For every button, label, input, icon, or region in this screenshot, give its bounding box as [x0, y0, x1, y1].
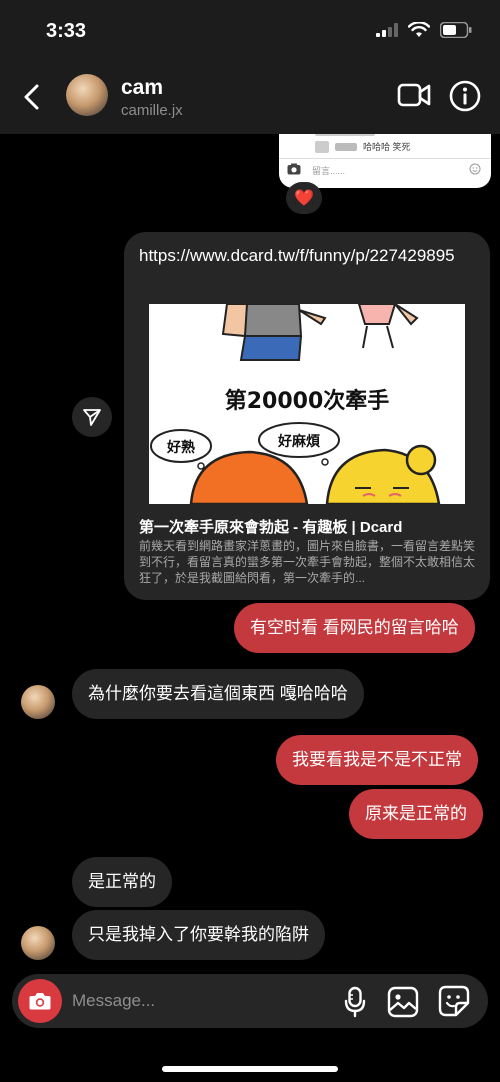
- link-title[interactable]: 第一次牽手原來會勃起 - 有趣板 | Dcard: [139, 516, 402, 537]
- heart-reaction[interactable]: ❤️: [286, 182, 322, 214]
- message-bubble-received[interactable]: 只是我掉入了你要幹我的陷阱: [72, 910, 325, 960]
- camera-button[interactable]: [18, 979, 62, 1023]
- contact-name[interactable]: cam: [121, 76, 163, 100]
- camera-icon: [29, 993, 51, 1010]
- message-composer: [12, 974, 488, 1028]
- comic-caption: 第20000次牽手: [225, 388, 390, 414]
- avatar[interactable]: [21, 926, 55, 960]
- comic-illustration: 第20000次牽手 好熟 好麻煩: [149, 304, 465, 504]
- camera-icon: [287, 163, 301, 175]
- thought-left: 好熟: [166, 439, 195, 456]
- link-url[interactable]: https://www.dcard.tw/f/funny/p/227429895: [139, 244, 479, 268]
- sticker-icon[interactable]: [438, 985, 470, 1017]
- shared-screenshot-header: [315, 134, 375, 138]
- status-icons: [376, 22, 472, 38]
- blurred-avatar: [315, 140, 329, 153]
- message-thread[interactable]: 哈哈哈 笑死 留言...... ❤️ https://www.dcard.tw/…: [0, 134, 500, 970]
- chat-header: cam camille.jx: [0, 62, 500, 134]
- home-indicator[interactable]: [162, 1066, 338, 1072]
- shared-comment: 哈哈哈 笑死: [315, 140, 411, 153]
- message-input[interactable]: [72, 974, 322, 1028]
- status-bar: 3:33: [0, 0, 500, 62]
- thought-right: 好麻煩: [277, 433, 321, 450]
- gallery-icon[interactable]: [387, 986, 419, 1018]
- microphone-icon[interactable]: [342, 986, 368, 1018]
- info-icon[interactable]: [449, 80, 481, 112]
- status-time: 3:33: [46, 20, 87, 42]
- shared-screenshot[interactable]: 哈哈哈 笑死 留言......: [279, 134, 491, 188]
- link-description: 前幾天看到網路畫家洋蔥畫的，圖片來自臉書，一看留言差點笑到不行，看留言真的蠻多第…: [139, 539, 476, 585]
- link-preview-card[interactable]: https://www.dcard.tw/f/funny/p/227429895…: [124, 232, 490, 600]
- avatar[interactable]: [21, 685, 55, 719]
- link-preview-image[interactable]: 第20000次牽手 好熟 好麻煩: [149, 304, 465, 504]
- avatar[interactable]: [66, 74, 108, 116]
- back-arrow-icon[interactable]: [18, 82, 48, 112]
- video-call-icon[interactable]: [397, 80, 431, 110]
- cellular-signal-icon: [376, 23, 398, 37]
- blurred-name: [335, 142, 357, 151]
- emoji-icon: [469, 163, 481, 175]
- wifi-icon: [408, 22, 430, 37]
- message-bubble-received[interactable]: 為什麼你要去看這個東西 嘎哈哈哈: [72, 669, 364, 719]
- message-bubble-sent[interactable]: 原来是正常的: [349, 789, 483, 839]
- contact-username[interactable]: camille.jx: [121, 102, 183, 119]
- send-icon: [83, 409, 101, 426]
- shared-comment-text: 哈哈哈 笑死: [363, 142, 411, 152]
- shared-input-placeholder: 留言......: [312, 166, 346, 176]
- divider: [279, 158, 491, 159]
- battery-icon: [440, 22, 472, 38]
- message-bubble-sent[interactable]: 有空时看 看网民的留言哈哈: [234, 603, 475, 653]
- message-bubble-received[interactable]: 是正常的: [72, 857, 172, 907]
- heart-reaction-emoji: ❤️: [294, 190, 314, 207]
- share-button[interactable]: [72, 397, 112, 437]
- message-bubble-sent[interactable]: 我要看我是不是不正常: [276, 735, 478, 785]
